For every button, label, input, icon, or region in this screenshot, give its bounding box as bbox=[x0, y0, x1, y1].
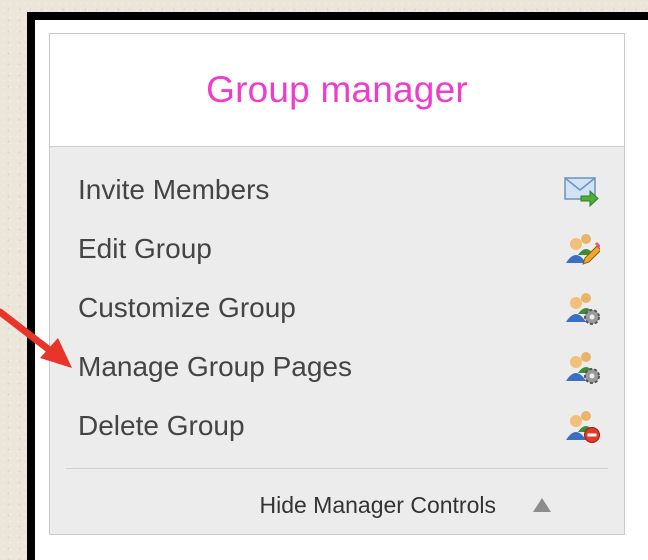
divider bbox=[66, 468, 608, 469]
edit-group-icon bbox=[566, 234, 600, 265]
customize-group-item[interactable]: Customize Group bbox=[50, 279, 624, 337]
manage-pages-icon bbox=[566, 352, 600, 384]
menu-item-label: Delete Group bbox=[78, 410, 245, 441]
menu-item-label: Invite Members bbox=[78, 174, 270, 205]
edit-group-item[interactable]: Edit Group bbox=[50, 220, 624, 278]
manage-group-pages-item[interactable]: Manage Group Pages bbox=[50, 338, 624, 396]
invite-envelope-icon bbox=[564, 177, 599, 208]
triangle-up-icon bbox=[533, 498, 551, 512]
delete-group-icon bbox=[566, 411, 600, 443]
delete-group-item[interactable]: Delete Group bbox=[50, 397, 624, 455]
customize-group-icon bbox=[566, 293, 600, 325]
panel-header: Group manager bbox=[50, 34, 624, 147]
menu-item-label: Customize Group bbox=[78, 292, 296, 323]
hide-manager-controls-label: Hide Manager Controls bbox=[259, 491, 496, 518]
annotation-arrow-icon bbox=[0, 308, 72, 368]
group-manager-panel: Group manager Invite Members Edit Group … bbox=[49, 33, 625, 535]
panel-title: Group manager bbox=[206, 69, 468, 110]
invite-members-item[interactable]: Invite Members bbox=[50, 161, 624, 219]
menu-item-label: Edit Group bbox=[78, 233, 212, 264]
hide-manager-controls-button[interactable]: Hide Manager Controls bbox=[50, 477, 624, 533]
menu-item-label: Manage Group Pages bbox=[78, 351, 352, 382]
